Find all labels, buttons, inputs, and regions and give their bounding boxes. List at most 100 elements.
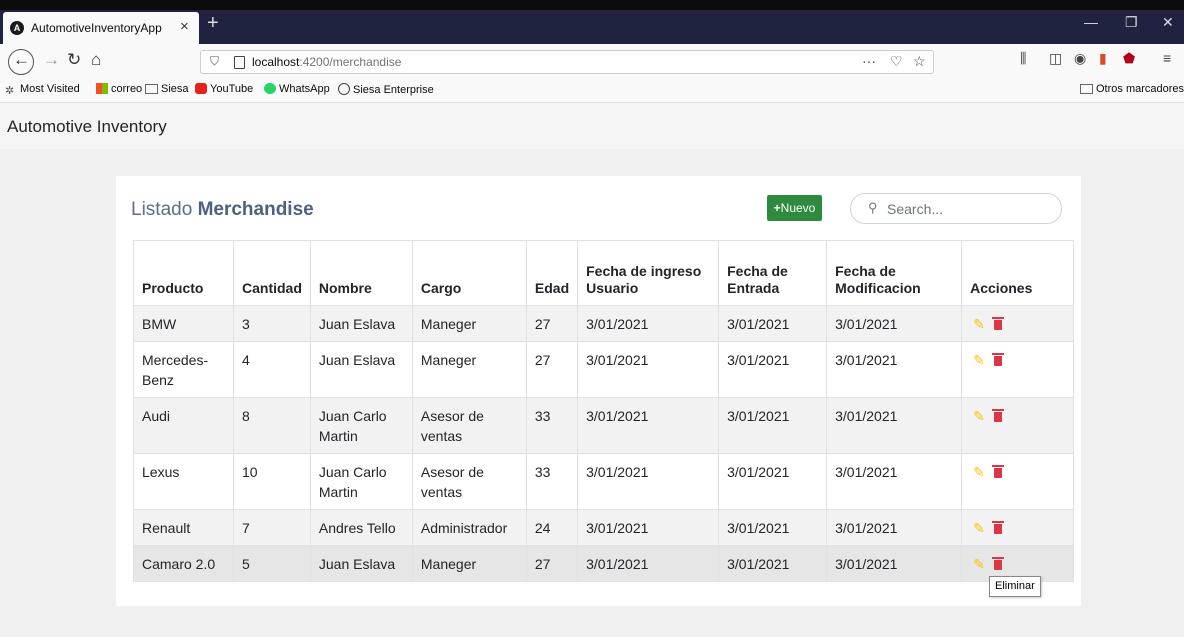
- delete-tooltip: Eliminar: [989, 576, 1041, 597]
- bookmark-label: Most Visited: [20, 83, 80, 95]
- delete-icon[interactable]: [991, 521, 1004, 534]
- cell-fecha-ingreso: 3/01/2021: [577, 341, 720, 398]
- sidebar-icon[interactable]: ◫: [1049, 50, 1062, 67]
- library-icon[interactable]: ⫼: [1020, 50, 1026, 67]
- home-icon[interactable]: ⌂: [91, 50, 101, 70]
- tab-title: AutomotiveInventoryApp: [31, 21, 162, 35]
- cell-producto: BMW: [133, 305, 234, 342]
- table-row: Audi 8 Juan Carlo Martin Asesor de venta…: [133, 397, 1075, 454]
- window-close-icon[interactable]: ✕: [1162, 14, 1174, 31]
- cell-edad: 27: [525, 341, 579, 398]
- app-title[interactable]: Automotive Inventory: [7, 117, 167, 137]
- cell-fecha-entrada: 3/01/2021: [718, 509, 828, 546]
- new-tab-icon[interactable]: +: [207, 12, 219, 35]
- cell-acciones: ✎: [961, 509, 1075, 546]
- search-input[interactable]: [885, 198, 1049, 220]
- bookmarks-bar: ✲ Most Visited correo Siesa YouTube Whats…: [0, 78, 1184, 103]
- bookmark-youtube[interactable]: YouTube: [195, 83, 253, 95]
- title-prefix: Listado: [131, 199, 193, 220]
- new-button-label: Nuevo: [780, 201, 816, 215]
- table-row: Renault 7 Andres Tello Administrador 24 …: [133, 509, 1075, 546]
- delete-icon[interactable]: [991, 557, 1004, 570]
- cell-cantidad: 3: [233, 305, 311, 342]
- reload-icon[interactable]: ↻: [67, 50, 81, 70]
- cell-producto: Audi: [133, 397, 234, 454]
- url-host: localhost: [252, 55, 300, 69]
- page-actions-icon[interactable]: ···: [862, 53, 876, 69]
- cell-acciones: ✎: [961, 397, 1075, 454]
- cell-cargo: Asesor de ventas: [411, 453, 527, 510]
- cell-cargo: Maneger: [411, 545, 527, 582]
- cell-fecha-ingreso: 3/01/2021: [577, 545, 720, 582]
- delete-icon[interactable]: [991, 317, 1004, 330]
- angular-favicon-icon: A: [10, 21, 24, 35]
- folder-icon: [145, 84, 158, 94]
- windows-logo-icon: [96, 83, 108, 94]
- pocket-icon[interactable]: ♡: [890, 53, 903, 70]
- page-info-icon[interactable]: [234, 56, 245, 69]
- gear-icon: ✲: [5, 85, 15, 97]
- cell-cargo: Maneger: [411, 341, 527, 398]
- bookmark-siesa-enterprise[interactable]: Siesa Enterprise: [338, 83, 434, 96]
- cell-fecha-ingreso: 3/01/2021: [577, 305, 720, 342]
- bookmark-label: Siesa Enterprise: [353, 84, 434, 96]
- cell-fecha-modificacion: 3/01/2021: [826, 545, 963, 582]
- table-row: Mercedes-Benz 4 Juan Eslava Maneger 27 3…: [133, 341, 1075, 398]
- cell-producto: Lexus: [133, 453, 234, 510]
- table-row: BMW 3 Juan Eslava Maneger 27 3/01/2021 3…: [133, 305, 1075, 342]
- cell-nombre: Juan Eslava: [309, 341, 413, 398]
- edit-icon[interactable]: ✎: [973, 556, 985, 572]
- cell-producto: Camaro 2.0: [133, 545, 234, 582]
- cell-cantidad: 5: [233, 545, 311, 582]
- edit-icon[interactable]: ✎: [973, 316, 985, 332]
- url-bar[interactable]: ⛉ localhost:4200/merchandise ··· ♡ ☆: [200, 50, 934, 74]
- table-row: Camaro 2.0 5 Juan Eslava Maneger 27 3/01…: [133, 545, 1075, 582]
- cell-producto: Renault: [133, 509, 234, 546]
- minimize-icon[interactable]: —: [1084, 14, 1098, 30]
- extension-icon[interactable]: ▮: [1099, 50, 1107, 67]
- edit-icon[interactable]: ✎: [973, 352, 985, 368]
- browser-tab[interactable]: A AutomotiveInventoryApp ×: [3, 12, 199, 44]
- delete-icon[interactable]: [991, 409, 1004, 422]
- cell-cargo: Asesor de ventas: [411, 397, 527, 454]
- cell-cantidad: 7: [233, 509, 311, 546]
- cell-nombre: Juan Eslava: [309, 305, 413, 342]
- edit-icon[interactable]: ✎: [973, 408, 985, 424]
- edit-icon[interactable]: ✎: [973, 520, 985, 536]
- cell-acciones: ✎: [961, 305, 1075, 342]
- col-fecha-entrada: Fecha de Entrada: [718, 240, 828, 306]
- cell-fecha-entrada: 3/01/2021: [718, 397, 828, 454]
- delete-icon[interactable]: [991, 353, 1004, 366]
- tab-close-icon[interactable]: ×: [180, 18, 189, 35]
- shield-icon[interactable]: ⛉: [210, 54, 219, 69]
- account-icon[interactable]: ◉: [1074, 50, 1086, 67]
- other-bookmarks[interactable]: Otros marcadores: [1080, 83, 1184, 95]
- bookmark-star-icon[interactable]: ☆: [913, 53, 926, 70]
- bookmark-most-visited[interactable]: ✲ Most Visited: [5, 83, 80, 97]
- cell-fecha-modificacion: 3/01/2021: [826, 397, 963, 454]
- delete-icon[interactable]: [991, 465, 1004, 478]
- new-button[interactable]: +Nuevo: [767, 195, 822, 221]
- cell-nombre: Juan Carlo Martin: [309, 453, 413, 510]
- bookmark-label: Siesa: [161, 83, 189, 95]
- ublock-icon[interactable]: ⬟: [1123, 50, 1135, 67]
- forward-icon[interactable]: →: [43, 50, 60, 70]
- url-text[interactable]: localhost:4200/merchandise: [252, 55, 401, 69]
- cell-edad: 27: [525, 305, 579, 342]
- cell-edad: 27: [525, 545, 579, 582]
- url-path: :4200/merchandise: [299, 55, 402, 69]
- cell-cargo: Maneger: [411, 305, 527, 342]
- bookmark-siesa[interactable]: Siesa: [145, 83, 189, 95]
- edit-icon[interactable]: ✎: [973, 464, 985, 480]
- restore-icon[interactable]: ❐: [1125, 14, 1138, 31]
- menu-icon[interactable]: ≡: [1163, 50, 1171, 66]
- cell-cantidad: 10: [233, 453, 311, 510]
- cell-fecha-modificacion: 3/01/2021: [826, 453, 963, 510]
- bookmark-correo[interactable]: correo: [96, 83, 142, 95]
- cell-edad: 33: [525, 453, 579, 510]
- back-button[interactable]: [8, 49, 34, 75]
- bookmark-whatsapp[interactable]: WhatsApp: [264, 83, 330, 95]
- cell-fecha-entrada: 3/01/2021: [718, 545, 828, 582]
- search-box: ⚲: [850, 193, 1062, 224]
- table-header-row: Producto Cantidad Nombre Cargo Edad Fech…: [133, 240, 1075, 306]
